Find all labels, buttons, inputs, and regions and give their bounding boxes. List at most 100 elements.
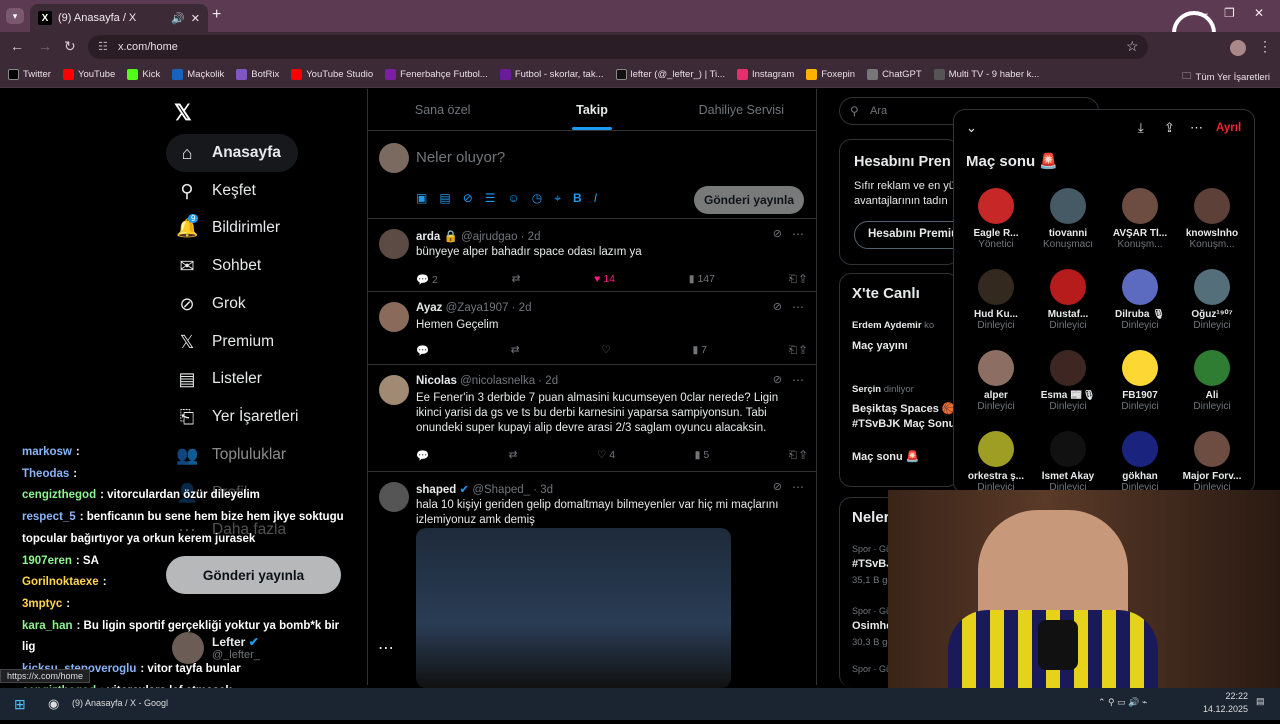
close-tab-icon[interactable]: ✕ — [191, 12, 200, 25]
more-icon[interactable]: ⋯ — [1190, 120, 1203, 136]
views-button[interactable]: ▮ 7 — [692, 344, 707, 357]
bold-icon[interactable]: B — [573, 191, 582, 206]
live-2-title[interactable]: Beşiktaş Spaces 🏀 #TSvBJK Maç Sonu — [852, 402, 958, 432]
views-button[interactable]: ▮ 147 — [689, 273, 715, 286]
space-participant[interactable]: Eagle R... Yönetici — [961, 188, 1031, 250]
bookmark-youtube[interactable]: YouTube — [62, 69, 115, 80]
leave-button[interactable]: Ayrıl — [1216, 122, 1241, 134]
space-participant[interactable]: Oğuz¹⁹⁰⁷ Dinleyici — [1177, 269, 1247, 331]
bookmark-futbol[interactable]: Futbol - skorlar, tak... — [499, 69, 604, 80]
bookmark-button[interactable]: ⎗ ⇪ — [789, 449, 806, 462]
grok-icon[interactable]: ⊘ — [773, 373, 782, 386]
grok-icon[interactable]: ⊘ — [773, 480, 782, 493]
retweet-button[interactable]: ⇄ — [511, 344, 520, 357]
space-participant[interactable]: Esma 📰🎙 Dinleyici — [1033, 350, 1103, 412]
retweet-button[interactable]: ⇄ — [509, 449, 518, 462]
like-button[interactable]: ♥ 14 — [594, 273, 615, 286]
composer-post-button[interactable]: Gönderi yayınla — [694, 186, 804, 214]
views-button[interactable]: ▮ 5 — [695, 449, 710, 462]
space-participant[interactable]: Dilruba 🎙 Dinleyici — [1105, 269, 1175, 331]
space-participant[interactable]: FB1907 Dinleyici — [1105, 350, 1175, 412]
like-button[interactable]: ♡ 4 — [597, 449, 615, 462]
tweet-media-video[interactable] — [416, 528, 731, 688]
space-participant[interactable]: alper Dinleyici — [961, 350, 1031, 412]
profile-avatar[interactable] — [1230, 40, 1246, 56]
sidebar-item-home[interactable]: ⌂ Anasayfa — [166, 134, 298, 172]
bookmark-botrix[interactable]: BotRix — [236, 69, 279, 80]
image-icon[interactable]: ▣ — [416, 191, 427, 206]
collapse-chevron-icon[interactable]: ⌄ — [966, 120, 977, 136]
sidebar-item-grok[interactable]: ⊘ Grok — [166, 285, 256, 323]
live-1-title[interactable]: Maç yayını — [852, 340, 908, 352]
tray-icons[interactable]: ⌃ ⚲ ▭ 🔊 ⌁ — [1098, 697, 1147, 708]
trend-name[interactable]: #TSvBJ — [852, 558, 892, 570]
share-icon[interactable]: ⇪ — [1164, 120, 1175, 136]
reply-button[interactable]: 💬 — [416, 449, 429, 462]
trend-name[interactable]: Osimhe — [852, 620, 892, 632]
bookmark-chatgpt[interactable]: ChatGPT — [867, 69, 922, 80]
space-participant[interactable]: gökhan Dinleyici — [1105, 431, 1175, 493]
tab-for-you[interactable]: Sana özel — [368, 89, 517, 130]
poll-icon[interactable]: ☰ — [485, 191, 496, 206]
forward-icon[interactable]: → — [38, 38, 52, 54]
all-bookmarks[interactable]: 🗀 Tüm Yer İşaretleri — [1182, 69, 1270, 85]
premium-button[interactable]: Hesabını Premiu — [854, 221, 958, 249]
grok-icon[interactable]: ⊘ — [773, 227, 782, 240]
tweet[interactable]: Nicolas @nicolasnelka · 2d ⊘ ⋯ Ee Fener'i… — [368, 365, 816, 472]
space-participant[interactable]: knowslnho Konuşm... — [1177, 188, 1247, 250]
location-icon[interactable]: ⌖ — [554, 191, 561, 206]
bookmark-youtube-studio[interactable]: YouTube Studio — [291, 69, 373, 80]
audio-icon[interactable]: 🔊 — [171, 12, 185, 25]
close-window-icon[interactable]: ✕ — [1254, 6, 1264, 20]
reply-button[interactable]: 💬 2 — [416, 273, 438, 286]
space-participant[interactable]: Major Forv... Dinleyici — [1177, 431, 1247, 493]
sidebar-item-lists[interactable]: ▤ Listeler — [166, 360, 272, 398]
space-participant[interactable]: İsmet Akay Dinleyici — [1033, 431, 1103, 493]
reply-button[interactable]: 💬 — [416, 344, 429, 357]
bookmark-foxepin[interactable]: Foxepin — [806, 69, 855, 80]
windows-start-icon[interactable]: ⊞ — [14, 696, 26, 713]
notification-icon[interactable]: ▤ — [1256, 696, 1265, 707]
space-participant[interactable]: orkestra ş... Dinleyici — [961, 431, 1031, 493]
sidebar-item-explore[interactable]: ⚲ Keşfet — [166, 172, 266, 210]
pop-out-icon[interactable]: ⤓ — [1138, 120, 1144, 136]
site-info-icon[interactable]: ☷ — [98, 35, 108, 59]
browser-tab[interactable]: X (9) Anasayfa / X 🔊 ✕ — [30, 4, 208, 32]
sidebar-item-notifications[interactable]: 🔔 9 Bildirimler — [166, 209, 290, 247]
bookmark-button[interactable]: ⎗ ⇪ — [789, 273, 806, 286]
space-participant[interactable]: tiovanni Konuşmacı — [1033, 188, 1103, 250]
address-bar[interactable]: ☷ x.com/home — [88, 35, 1148, 59]
more-icon[interactable]: ⋯ — [792, 227, 804, 241]
more-icon[interactable]: ⋯ — [792, 373, 804, 387]
menu-icon[interactable]: ⋮ — [1258, 38, 1272, 55]
space-participant[interactable]: Hud Ku... Dinleyici — [961, 269, 1031, 331]
tweet[interactable]: shaped ✔ @Shaped_ · 3d ⊘ ⋯ hala 10 kişiyi… — [368, 472, 816, 688]
bookmark-fenerbahce[interactable]: Fenerbahçe Futbol... — [385, 69, 488, 80]
retweet-button[interactable]: ⇄ — [512, 273, 521, 286]
tab-search-button[interactable]: ▾ — [6, 8, 24, 24]
bookmark-button[interactable]: ⎗ ⇪ — [789, 344, 806, 357]
composer-input[interactable]: Neler oluyor? — [416, 149, 505, 166]
maximize-icon[interactable]: ❐ — [1224, 6, 1235, 20]
italic-icon[interactable]: I — [594, 191, 597, 206]
tab-following[interactable]: Takip — [517, 89, 666, 130]
back-icon[interactable]: ← — [10, 38, 24, 54]
taskbar-window-title[interactable]: (9) Anasayfa / X - Googl — [72, 698, 168, 708]
gif-icon[interactable]: ▤ — [439, 191, 450, 206]
bookmark-star-icon[interactable]: ☆ — [1126, 38, 1139, 55]
bookmark-multitv[interactable]: Multi TV - 9 haber k... — [933, 69, 1039, 80]
space-participant[interactable]: Ali Dinleyici — [1177, 350, 1247, 412]
bookmark-mackolik[interactable]: Maçkolik — [172, 69, 224, 80]
tab-dahiliye-servisi[interactable]: Dahiliye Servisi — [667, 89, 816, 130]
like-button[interactable]: ♡ — [601, 344, 610, 357]
live-3-title[interactable]: Maç sonu 🚨 — [852, 450, 919, 463]
tweet[interactable]: Ayaz @Zaya1907 · 2d ⊘ ⋯ Hemen Geçelim 💬 ⇄… — [368, 292, 816, 365]
grok-icon[interactable]: ⊘ — [463, 191, 473, 206]
sidebar-item-premium[interactable]: 𝕏 Premium — [166, 323, 284, 361]
chrome-taskbar-icon[interactable]: ◉ — [48, 696, 59, 712]
more-icon[interactable]: ⋯ — [792, 300, 804, 314]
bookmark-tiktok[interactable]: lefter (@_lefter_) | Ti... — [615, 69, 725, 80]
reload-icon[interactable]: ↻ — [64, 38, 76, 55]
space-participant[interactable]: AVŞAR Tİ... Konuşm... — [1105, 188, 1175, 250]
more-icon[interactable]: ⋯ — [792, 480, 804, 494]
